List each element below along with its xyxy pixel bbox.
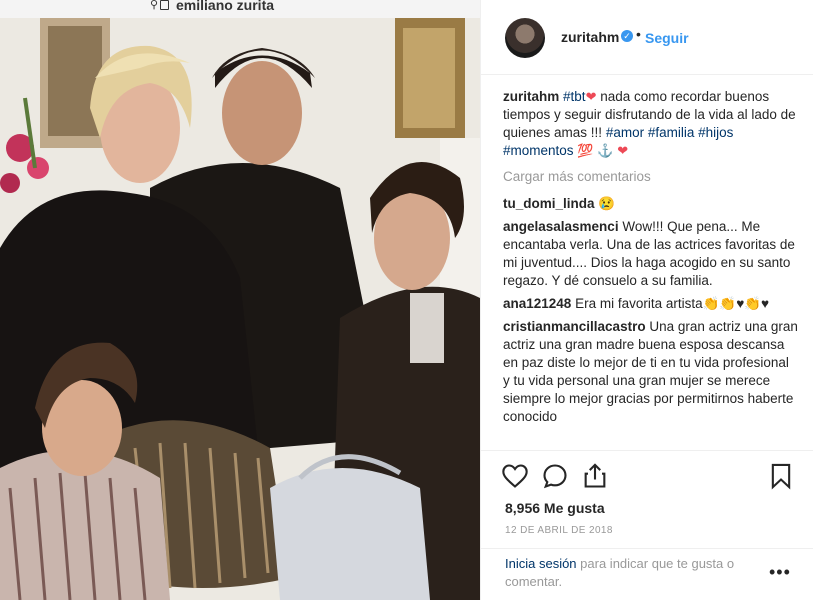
- address-bar: ⚲ emiliano zurita: [0, 0, 480, 19]
- divider: [481, 548, 813, 549]
- address-text: emiliano zurita: [176, 0, 275, 13]
- divider: [481, 450, 813, 451]
- comment-text: Era mi favorita artista👏👏♥👏♥: [575, 296, 770, 311]
- comments-list: zuritahm #tbt❤ nada como recordar buenos…: [503, 88, 798, 431]
- heart-emoji: ❤: [617, 143, 629, 158]
- post-date: 12 DE ABRIL DE 2018: [505, 525, 613, 536]
- share-icon[interactable]: [581, 462, 609, 490]
- comment-username[interactable]: ana121248: [503, 296, 571, 311]
- hashtag[interactable]: #hijos: [698, 125, 733, 140]
- load-more-comments-button[interactable]: Cargar más comentarios: [503, 168, 798, 186]
- post-details-panel: zuritahm ✓ • Seguir zuritahm #tbt❤ nada …: [480, 0, 813, 600]
- post-photo[interactable]: ⚲ emiliano zurita: [0, 0, 480, 600]
- likes-count[interactable]: 8,956 Me gusta: [505, 500, 605, 516]
- header-username[interactable]: zuritahm: [561, 29, 619, 45]
- separator-dot: •: [636, 26, 641, 42]
- comment-icon[interactable]: [541, 462, 569, 490]
- more-options-icon[interactable]: •••: [769, 562, 791, 583]
- comment-username[interactable]: cristianmancillacastro: [503, 319, 646, 334]
- comment-text: Una gran actriz una gran actriz una gran…: [503, 319, 798, 424]
- post-header: zuritahm ✓ • Seguir: [481, 16, 813, 60]
- comment-item: cristianmancillacastro Una gran actriz u…: [503, 318, 798, 426]
- follow-button[interactable]: Seguir: [645, 30, 689, 46]
- login-prompt: Inicia sesión para indicar que te gusta …: [505, 555, 765, 591]
- post-actions: [501, 462, 801, 492]
- comment-item: ana121248 Era mi favorita artista👏👏♥👏♥: [503, 295, 798, 313]
- login-link[interactable]: Inicia sesión: [505, 556, 577, 571]
- hashtag[interactable]: #familia: [648, 125, 695, 140]
- comment-item: tu_domi_linda 😢: [503, 195, 798, 213]
- verified-badge-icon: ✓: [621, 30, 633, 42]
- comment-text: 😢: [598, 196, 616, 211]
- comment-item: angelasalasmenci Wow!!! Que pena... Me e…: [503, 218, 798, 290]
- anchor-emoji: ⚓: [597, 143, 614, 158]
- divider: [481, 74, 813, 75]
- comment-username[interactable]: tu_domi_linda: [503, 196, 595, 211]
- comment-username[interactable]: angelasalasmenci: [503, 219, 619, 234]
- lock-icon: [160, 0, 169, 10]
- hundred-emoji: 💯: [577, 143, 594, 158]
- heart-emoji: ❤: [585, 89, 597, 104]
- hashtag[interactable]: #tbt: [563, 89, 586, 104]
- family-photo: [0, 18, 480, 600]
- hashtag[interactable]: #momentos: [503, 143, 574, 158]
- avatar[interactable]: [505, 18, 545, 58]
- search-icon: ⚲: [150, 0, 159, 11]
- hashtag[interactable]: #amor: [606, 125, 644, 140]
- heart-icon[interactable]: [501, 462, 529, 490]
- caption: zuritahm #tbt❤ nada como recordar buenos…: [503, 88, 798, 160]
- bookmark-icon[interactable]: [767, 462, 795, 490]
- caption-username[interactable]: zuritahm: [503, 89, 559, 104]
